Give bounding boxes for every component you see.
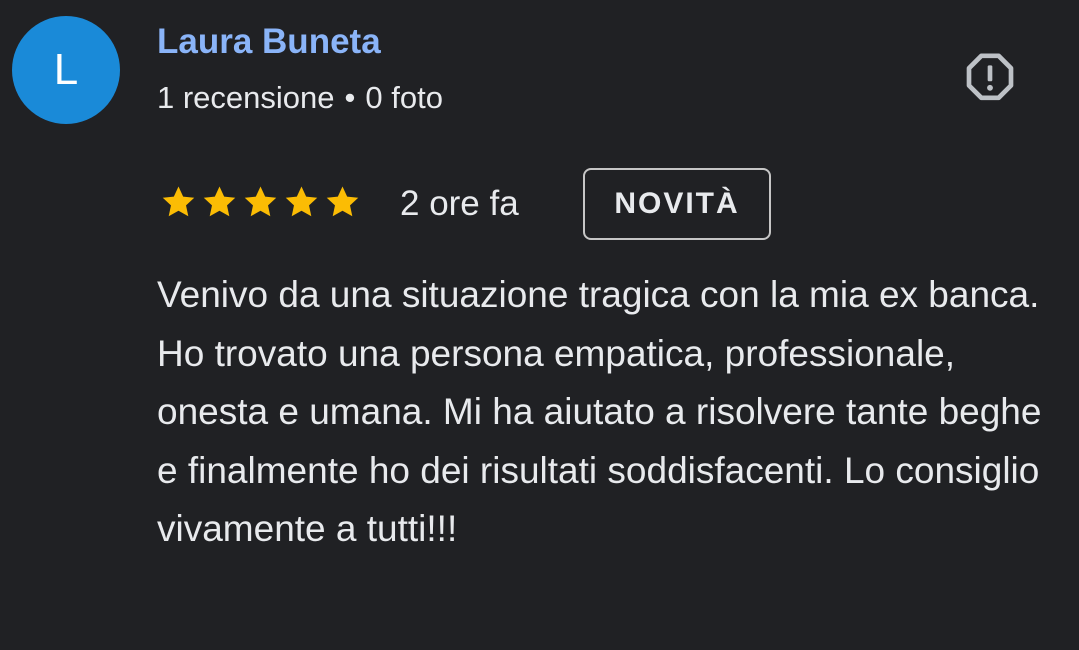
star-icon <box>326 186 359 217</box>
reviews-count: 1 recensione <box>157 80 335 115</box>
photos-count: 0 foto <box>365 80 443 115</box>
star-icon <box>162 186 195 217</box>
review-card: L Laura Buneta 1 recensione • 0 foto 2 ore… <box>0 0 1079 650</box>
star-icon <box>285 186 318 217</box>
report-button[interactable] <box>958 46 1022 110</box>
author-name[interactable]: Laura Buneta <box>157 22 381 62</box>
star-rating <box>158 183 363 221</box>
avatar-initial: L <box>53 45 79 94</box>
author-meta: 1 recensione • 0 foto <box>157 80 443 116</box>
avatar[interactable]: L <box>12 16 120 124</box>
star-icon <box>203 186 236 217</box>
new-badge: NOVITÀ <box>583 168 771 240</box>
report-octagon-icon <box>966 53 1014 101</box>
star-icon <box>244 186 277 217</box>
review-time: 2 ore fa <box>400 184 519 223</box>
meta-separator: • <box>344 80 356 115</box>
review-text: Venivo da una situazione tragica con la … <box>157 274 1042 549</box>
